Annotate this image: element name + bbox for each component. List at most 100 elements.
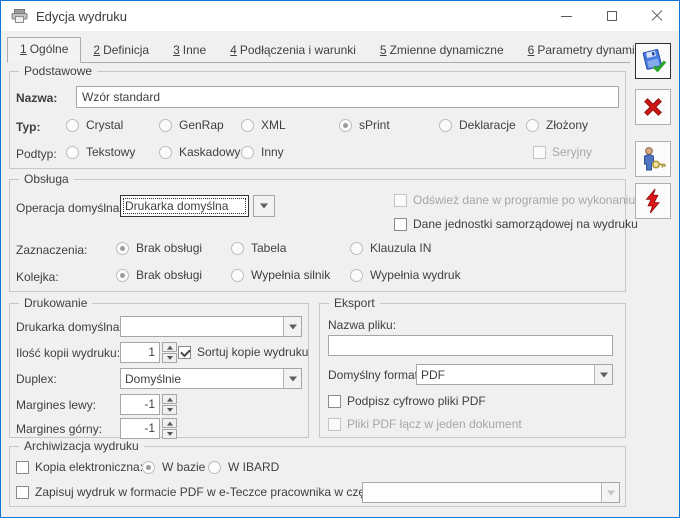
group-title: Podstawowe [19,64,97,78]
tab-bar: 1Ogólne 2Definicja 3Inne 4Podłączenia i … [7,38,630,63]
radio-zaznaczenia-klauzula-in: Klauzula IN [350,241,431,255]
nazwa-pliku-label: Nazwa pliku: [328,318,396,332]
triangle-up-icon [167,419,173,426]
tab-ogolne[interactable]: 1Ogólne [7,37,81,63]
drukarka-domyslna-label: Drukarka domyślna: [16,320,123,334]
maximize-button[interactable] [589,1,634,31]
eteczka-czesc-combobox [362,482,620,503]
checkbox-zapisuj-eteczka[interactable]: Zapisuj wydruk w formacie PDF w e-Teczce… [16,485,383,499]
radio-podtyp-tekstowy: Tekstowy [66,145,135,159]
tab-podlaczenia-i-warunki[interactable]: 4Podłączenia i warunki [218,39,368,62]
triangle-up-icon [167,343,173,350]
checkbox-dane-jednostki[interactable]: Dane jednostki samorządowej na wydruku [394,217,638,231]
radio-label: W bazie [162,460,205,474]
combobox-dropdown-button[interactable] [283,317,301,336]
save-button[interactable] [635,43,671,79]
duplex-label: Duplex: [16,372,57,386]
nazwa-input[interactable] [76,86,619,108]
spinner-value: 1 [120,342,160,363]
drukarka-domyslna-combobox[interactable] [120,316,302,337]
minimize-button[interactable] [544,1,589,31]
cancel-x-icon [640,94,666,120]
combobox-value: Drukarka domyślna [125,199,228,213]
group-title: Drukowanie [19,296,92,310]
combobox-dropdown-button[interactable] [594,365,612,384]
radio-typ-zlozony: Złożony [526,118,588,132]
save-floppy-icon [639,47,667,75]
radio-label: Inny [261,145,284,159]
radio-label: Wypełnia silnik [251,268,330,282]
tab-zmienne-dynamiczne[interactable]: 5Zmienne dynamiczne [368,39,516,62]
checkbox-box [178,346,191,359]
spinner-down-button[interactable] [162,429,177,439]
duplex-combobox[interactable]: Domyślnie [120,368,302,389]
spinner-up-button[interactable] [162,342,177,352]
checkbox-box [328,395,341,408]
spinner-up-button[interactable] [162,418,177,428]
radio-circle [526,119,539,132]
zaznaczenia-label: Zaznaczenia: [16,243,87,257]
tab-label: Ogólne [30,42,69,56]
radio-circle [66,146,79,159]
combobox-dropdown-button[interactable] [283,369,301,388]
checkbox-box [394,218,407,231]
radio-typ-crystal: Crystal [66,118,123,132]
tab-inne[interactable]: 3Inne [161,39,218,62]
spinner-down-button[interactable] [162,405,177,415]
radio-podtyp-kaskadowy: Kaskadowy [159,145,240,159]
group-title: Eksport [329,296,380,310]
checkbox-label: Podpisz cyfrowo pliki PDF [347,394,486,408]
nazwa-pliku-input[interactable] [328,335,613,356]
permissions-button[interactable] [635,141,671,177]
person-with-key-icon [639,145,667,173]
radio-label: Tabela [251,241,286,255]
cancel-button[interactable] [635,89,671,125]
radio-label: sPrint [359,118,390,132]
triangle-up-icon [167,395,173,402]
radio-circle [439,119,452,132]
checkbox-pliki-pdf-lacz: Pliki PDF łącz w jeden dokument [328,417,522,431]
checkbox-odswiez-dane: Odśwież dane w programie po wykonaniu [394,193,635,207]
radio-circle [159,119,172,132]
domyslny-format-combobox[interactable]: PDF [416,364,613,385]
chevron-down-icon [607,490,615,499]
operacja-domyslna-combobox[interactable]: Drukarka domyślna [120,195,249,217]
tab-definicja[interactable]: 2Definicja [81,39,161,62]
radio-label: Deklaracje [459,118,516,132]
group-drukowanie: Drukowanie Drukarka domyślna: Ilość kopi… [9,303,309,438]
radio-kolejka-brak-obslugi: Brak obsługi [116,268,202,282]
spinner-up-button[interactable] [162,394,177,404]
radio-kolejka-wypelnia-wydruk: Wypełnia wydruk [350,268,461,282]
maximize-icon [607,11,617,21]
margines-gorny-label: Margines górny: [16,422,102,436]
margines-lewy-label: Margines lewy: [16,398,96,412]
operacja-domyslna-dropdown-button[interactable] [253,195,275,217]
radio-circle [231,242,244,255]
radio-circle [350,242,363,255]
tab-label: Podłączenia i warunki [240,43,356,57]
combobox-value: Domyślnie [125,372,181,386]
execute-button[interactable] [635,183,671,219]
radio-label: Kaskadowy [179,145,240,159]
checkbox-podpisz-cyfrowo[interactable]: Podpisz cyfrowo pliki PDF [328,394,486,408]
chevron-down-icon [289,376,297,385]
lightning-bolt-icon [640,188,666,214]
triangle-down-icon [167,356,173,363]
radio-label: Brak obsługi [136,241,202,255]
checkbox-label: Sortuj kopie wydruku [197,345,308,359]
tab-mnemonic: 5 [380,43,387,57]
podtyp-label: Podtyp: [16,147,57,161]
close-button[interactable] [634,1,679,31]
checkbox-kopia-elektroniczna[interactable]: Kopia elektroniczna: [16,460,143,474]
radio-circle [142,461,155,474]
combobox-value: PDF [421,368,445,382]
chevron-down-icon [289,324,297,333]
domyslny-format-label: Domyślny format: [328,368,421,382]
radio-typ-sprint: sPrint [339,118,390,132]
spinner-down-button[interactable] [162,353,177,363]
checkbox-label: Seryjny [552,145,592,159]
window-title: Edycja wydruku [36,9,127,24]
radio-circle [116,269,129,282]
tab-mnemonic: 3 [173,43,180,57]
checkbox-sortuj-kopie[interactable]: Sortuj kopie wydruku [178,345,308,359]
